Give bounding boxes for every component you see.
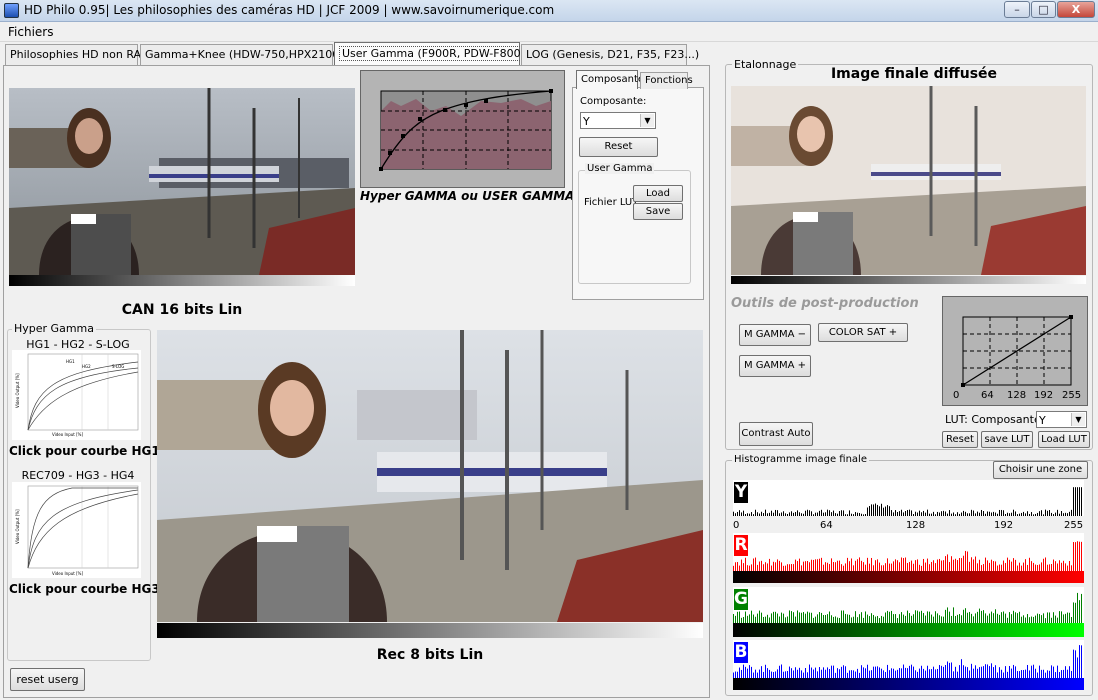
lut-reset-button[interactable]: Reset	[942, 431, 978, 448]
reset-button[interactable]: Reset	[579, 137, 658, 157]
window-title: HD Philo 0.95| Les philosophies des camé…	[24, 3, 555, 17]
lut-tick-0: 0	[953, 390, 960, 401]
tab-log[interactable]: LOG (Genesis, D21, F35, F23...)	[521, 44, 699, 65]
hg3-axis-y: Video Output [%]	[15, 509, 20, 544]
hist-tick-192: 192	[994, 520, 1014, 531]
composante-value: Y	[583, 115, 590, 128]
histogram-y: Y	[733, 480, 1084, 516]
hist-tick-128: 128	[906, 520, 926, 531]
click-hg3-label[interactable]: Click pour courbe HG3	[9, 582, 160, 596]
lut-tick-64: 64	[981, 390, 994, 401]
hg1-axis-y: Video Output [%]	[15, 373, 20, 408]
fichier-lut-label: Fichier LUT	[584, 197, 639, 208]
chevron-down-icon: ▼	[640, 114, 654, 127]
choisir-zone-button[interactable]: Choisir une zone	[993, 461, 1088, 479]
maximize-button[interactable]: □	[1031, 1, 1056, 18]
app-icon	[4, 3, 19, 18]
tab-philosophies[interactable]: Philosophies HD non RAW	[5, 44, 151, 65]
hg1-curve-label: HG1	[66, 359, 75, 364]
blue-ramp	[733, 678, 1084, 690]
click-hg1-label[interactable]: Click pour courbe HG1	[9, 444, 160, 458]
chevron-down-icon: ▼	[1071, 413, 1085, 426]
composante-select[interactable]: Y ▼	[580, 112, 656, 129]
m-gamma-minus-button[interactable]: M GAMMA −	[739, 324, 811, 346]
can-photo-svg	[9, 88, 355, 275]
outils-title: Outils de post-production	[731, 296, 919, 311]
histogram-b-plot	[733, 645, 1082, 678]
green-ramp	[733, 623, 1084, 637]
hg3-chart[interactable]: Video Input [%] Video Output [%]	[12, 482, 141, 578]
gamma-curve-chart[interactable]	[361, 71, 564, 187]
chart2-title: REC709 - HG3 - HG4	[21, 469, 135, 482]
save-button[interactable]: Save	[633, 203, 683, 220]
hg2-curve-label: HG2	[82, 364, 91, 369]
save-lut-button[interactable]: save LUT	[981, 431, 1033, 448]
lut-tick-192: 192	[1034, 390, 1054, 401]
can-gray-ramp	[9, 275, 355, 286]
load-lut-button[interactable]: Load LUT	[1038, 431, 1090, 448]
final-gray-ramp	[731, 276, 1086, 284]
histogram-group-title: Histogramme image finale	[732, 454, 869, 465]
final-image-title: Image finale diffusée	[830, 66, 998, 82]
slog-curve-label: S-LOG	[112, 364, 124, 369]
color-sat-plus-button[interactable]: COLOR SAT +	[818, 323, 908, 342]
hist-tick-0: 0	[733, 520, 740, 531]
subtab-composante[interactable]: Composante	[576, 70, 644, 89]
load-button[interactable]: Load	[633, 185, 683, 202]
can-image	[9, 88, 355, 275]
final-image	[731, 86, 1086, 275]
reset-userg-button[interactable]: reset userg	[10, 668, 85, 691]
menu-fichiers[interactable]: Fichiers	[8, 25, 53, 39]
hist-tick-255: 255	[1064, 520, 1084, 531]
can-caption: CAN 16 bits Lin	[121, 302, 243, 318]
curve-caption: Hyper GAMMA ou USER GAMMA	[360, 189, 575, 203]
tab-gamma-knee[interactable]: Gamma+Knee (HDW-750,HPX2100...)	[140, 44, 354, 65]
final-photo-svg	[731, 86, 1086, 275]
histogram-y-plot	[733, 487, 1082, 516]
hg1-chart[interactable]: HG1 HG2 S-LOG Video Input [%] Video Outp…	[12, 350, 141, 440]
rec-photo-svg	[157, 330, 703, 622]
rec-caption: Rec 8 bits Lin	[376, 647, 484, 663]
lut-tick-128: 128	[1007, 390, 1027, 401]
hg3-curve-svg: Video Input [%] Video Output [%]	[15, 485, 139, 576]
lut-curve-svg	[961, 315, 1073, 387]
lut-tick-255: 255	[1062, 390, 1082, 401]
histogram-r: R	[733, 533, 1084, 571]
hist-tick-64: 64	[820, 520, 833, 531]
hg1-curve-svg: HG1 HG2 S-LOG Video Input [%] Video Outp…	[15, 353, 139, 437]
tab-user-gamma[interactable]: User Gamma (F900R, PDW-F800...)	[334, 42, 539, 66]
title-bar: HD Philo 0.95| Les philosophies des camé…	[0, 0, 1098, 22]
hyper-gamma-group-title: Hyper Gamma	[12, 322, 96, 335]
minimize-button[interactable]: –	[1004, 1, 1030, 18]
user-gamma-group-title: User Gamma	[585, 163, 655, 174]
composante-label: Composante:	[580, 96, 647, 107]
m-gamma-plus-button[interactable]: M GAMMA +	[739, 355, 811, 377]
gamma-curve-panel	[360, 70, 565, 188]
rec-gray-ramp	[157, 623, 703, 638]
histogram-g-plot	[733, 592, 1082, 623]
menu-bar: Fichiers	[0, 22, 1098, 42]
hg3-axis-x: Video Input [%]	[52, 571, 83, 576]
contrast-auto-button[interactable]: Contrast Auto	[739, 422, 813, 446]
lut-composante-select[interactable]: Y ▼	[1036, 411, 1087, 428]
histogram-g: G	[733, 587, 1084, 623]
close-button[interactable]: X	[1057, 1, 1095, 18]
lut-composante-value: Y	[1039, 414, 1046, 427]
lut-composante-label: LUT: Composante	[945, 413, 1041, 426]
rec-image	[157, 330, 703, 622]
tab-user-gamma-label: User Gamma (F900R, PDW-F800...)	[339, 46, 539, 61]
histogram-b: B	[733, 640, 1084, 678]
red-ramp	[733, 571, 1084, 583]
subtab-fonctions[interactable]: Fonctions	[640, 72, 693, 89]
hg1-axis-x: Video Input [%]	[52, 432, 83, 437]
histogram-r-plot	[733, 541, 1082, 571]
